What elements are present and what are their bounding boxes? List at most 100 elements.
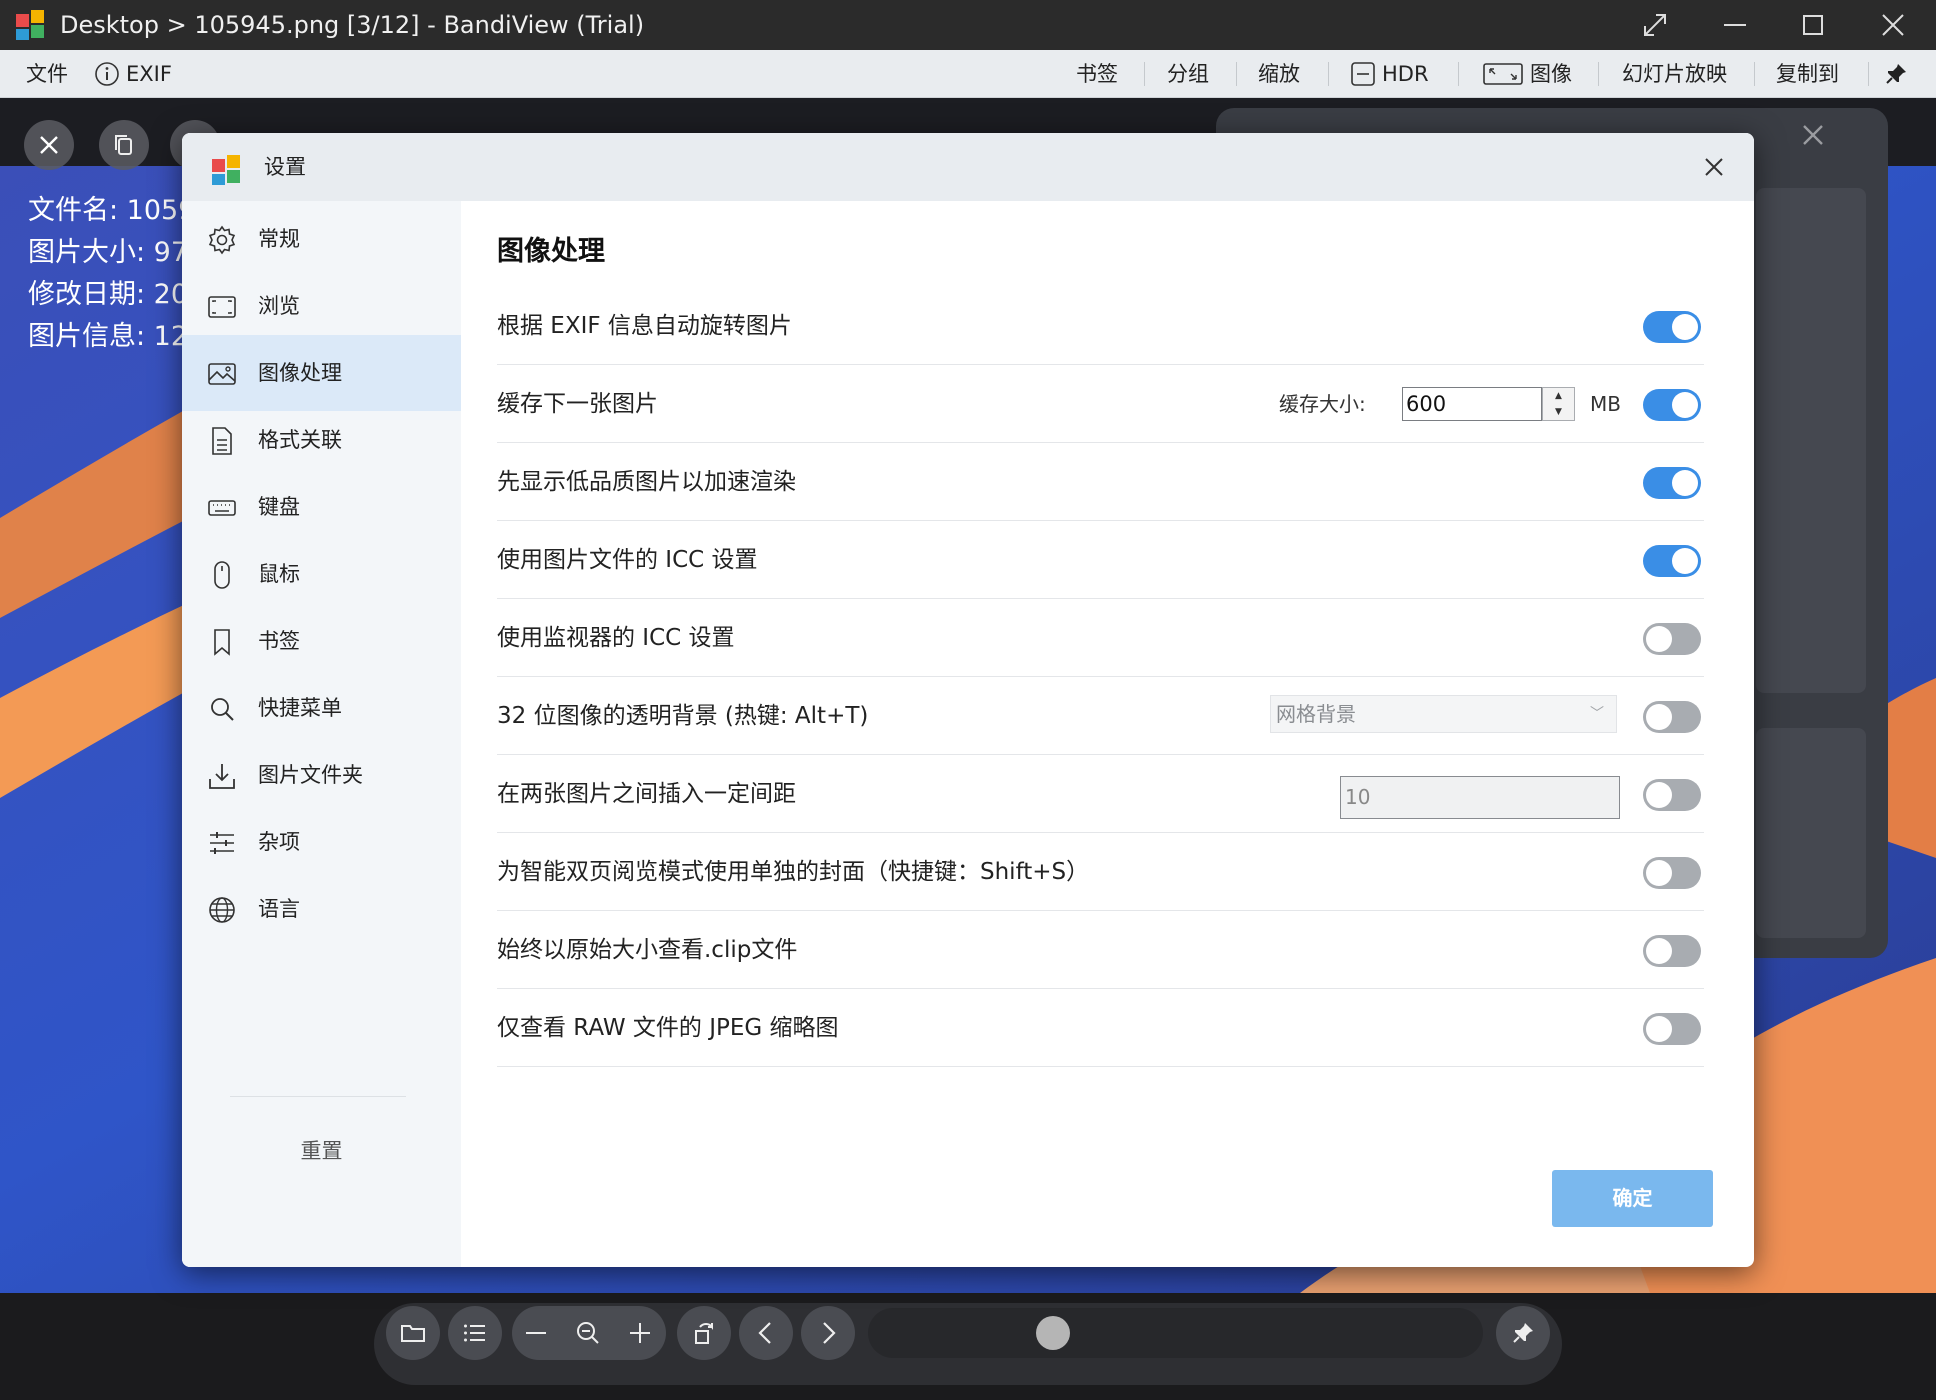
nav-item-misc[interactable]: 杂项 xyxy=(182,804,461,880)
menu-slideshow[interactable]: 幻灯片放映 xyxy=(1622,50,1727,98)
zoom-icon[interactable] xyxy=(574,1319,602,1347)
panel-block xyxy=(1756,728,1866,938)
window-title: Desktop > 105945.png [3/12] - BandiView … xyxy=(60,11,645,39)
menu-separator xyxy=(1328,62,1329,86)
menu-file[interactable]: 文件 xyxy=(26,50,68,98)
nav-item-mouse[interactable]: 鼠标 xyxy=(182,536,461,612)
download-icon xyxy=(209,764,235,789)
zoom-in-icon[interactable] xyxy=(626,1319,654,1347)
settings-nav: 常规 浏览 图像处理 格式关联 键盘 鼠标 书签 快捷菜单 图片文件夹 杂项 语… xyxy=(182,201,461,1267)
next-button[interactable] xyxy=(801,1306,855,1360)
list-button[interactable] xyxy=(448,1306,502,1360)
nav-label: 书签 xyxy=(258,629,300,653)
toggle-switch[interactable] xyxy=(1643,389,1701,421)
nav-label: 图片文件夹 xyxy=(258,763,363,787)
keyboard-icon xyxy=(208,500,236,516)
menu-zoom[interactable]: 缩放 xyxy=(1258,50,1300,98)
toggle-knob xyxy=(1672,548,1698,574)
toggle-switch[interactable] xyxy=(1643,623,1701,655)
close-icon[interactable] xyxy=(1800,122,1826,148)
nav-item-general[interactable]: 常规 xyxy=(182,201,461,277)
zoom-controls xyxy=(512,1306,666,1360)
toggle-switch[interactable] xyxy=(1643,779,1701,811)
seek-knob[interactable] xyxy=(1036,1316,1070,1350)
app-logo-icon xyxy=(212,155,240,185)
maximize-button[interactable] xyxy=(1778,0,1848,50)
nav-label: 常规 xyxy=(258,227,300,251)
menu-image[interactable]: 图像 xyxy=(1482,50,1572,98)
menu-exif[interactable]: EXIF xyxy=(94,50,172,98)
nav-item-picture-folder[interactable]: 图片文件夹 xyxy=(182,737,461,813)
close-window-button[interactable] xyxy=(1858,0,1928,50)
toggle-knob xyxy=(1672,314,1698,340)
nav-item-file-association[interactable]: 格式关联 xyxy=(182,402,461,478)
dialog-title: 设置 xyxy=(264,155,306,179)
setting-label: 32 位图像的透明背景 (热键: Alt+T) xyxy=(497,703,869,729)
gear-icon xyxy=(208,225,236,255)
setting-row: 缓存下一张图片 缓存大小: 600 ▲ ▼ MB xyxy=(497,365,1704,443)
stepper-up-icon[interactable]: ▲ xyxy=(1543,388,1574,404)
menu-separator xyxy=(1458,62,1459,86)
folder-icon xyxy=(401,1325,425,1342)
toggle-switch[interactable] xyxy=(1643,467,1701,499)
image-fit-icon xyxy=(1483,63,1523,85)
setting-label: 仅查看 RAW 文件的 JPEG 缩略图 xyxy=(497,1015,839,1041)
toggle-switch[interactable] xyxy=(1643,857,1701,889)
toggle-switch[interactable] xyxy=(1643,935,1701,967)
stepper-down-icon[interactable]: ▼ xyxy=(1543,404,1574,420)
background-dropdown[interactable]: 网格背景 ﹀ xyxy=(1270,695,1617,733)
nav-item-browse[interactable]: 浏览 xyxy=(182,268,461,344)
nav-label: 快捷菜单 xyxy=(258,696,342,720)
toggle-switch[interactable] xyxy=(1643,545,1701,577)
toggle-knob xyxy=(1646,860,1672,886)
toggle-switch[interactable] xyxy=(1643,311,1701,343)
hdr-icon xyxy=(1351,62,1375,86)
nav-label: 格式关联 xyxy=(258,428,342,452)
nav-label: 图像处理 xyxy=(258,361,342,385)
nav-item-language[interactable]: 语言 xyxy=(182,871,461,947)
nav-item-bookmark[interactable]: 书签 xyxy=(182,603,461,679)
gap-input[interactable]: 10 xyxy=(1340,776,1620,819)
menu-group[interactable]: 分组 xyxy=(1167,50,1209,98)
reset-button[interactable]: 重置 xyxy=(182,1131,461,1171)
list-icon xyxy=(464,1324,485,1342)
maximize-icon xyxy=(1803,15,1823,35)
search-icon xyxy=(211,698,234,721)
pin-toolbar-button[interactable] xyxy=(1496,1306,1550,1360)
menu-bookmark[interactable]: 书签 xyxy=(1076,50,1118,98)
setting-row: 使用图片文件的 ICC 设置 xyxy=(497,521,1704,599)
rotate-button[interactable] xyxy=(677,1306,731,1360)
menu-hdr[interactable]: HDR xyxy=(1350,50,1429,98)
toggle-switch[interactable] xyxy=(1643,1013,1701,1045)
zoom-out-icon[interactable] xyxy=(522,1319,550,1347)
copy-icon xyxy=(115,135,132,155)
close-icon xyxy=(40,136,58,154)
fullscreen-button[interactable] xyxy=(1620,0,1690,50)
cache-size-stepper[interactable]: ▲ ▼ xyxy=(1542,387,1575,421)
pin-button[interactable] xyxy=(1884,50,1908,98)
setting-row: 先显示低品质图片以加速渲染 xyxy=(497,443,1704,521)
nav-label: 浏览 xyxy=(258,294,300,318)
open-folder-button[interactable] xyxy=(386,1306,440,1360)
cache-size-input[interactable]: 600 xyxy=(1402,387,1542,421)
nav-item-image-processing[interactable]: 图像处理 xyxy=(182,335,461,411)
info-filename: 文件名: 1059 xyxy=(28,195,196,226)
setting-label: 始终以原始大小查看.clip文件 xyxy=(497,937,798,963)
sliders-icon xyxy=(210,832,234,854)
menu-copy-to[interactable]: 复制到 xyxy=(1776,50,1839,98)
nav-label: 键盘 xyxy=(258,495,300,519)
setting-row: 始终以原始大小查看.clip文件 xyxy=(497,911,1704,989)
rotate-icon xyxy=(695,1323,713,1344)
seek-bar[interactable] xyxy=(868,1308,1483,1358)
cache-unit-label: MB xyxy=(1590,392,1621,416)
dialog-close-button[interactable] xyxy=(1692,145,1736,189)
previous-button[interactable] xyxy=(739,1306,793,1360)
dialog-header: 设置 xyxy=(182,133,1754,201)
copy-button[interactable] xyxy=(99,120,149,170)
nav-item-keyboard[interactable]: 键盘 xyxy=(182,469,461,545)
close-overlay-button[interactable] xyxy=(24,120,74,170)
nav-item-context-menu[interactable]: 快捷菜单 xyxy=(182,670,461,746)
toggle-switch[interactable] xyxy=(1643,701,1701,733)
minimize-button[interactable] xyxy=(1700,0,1770,50)
ok-button[interactable]: 确定 xyxy=(1552,1170,1713,1227)
